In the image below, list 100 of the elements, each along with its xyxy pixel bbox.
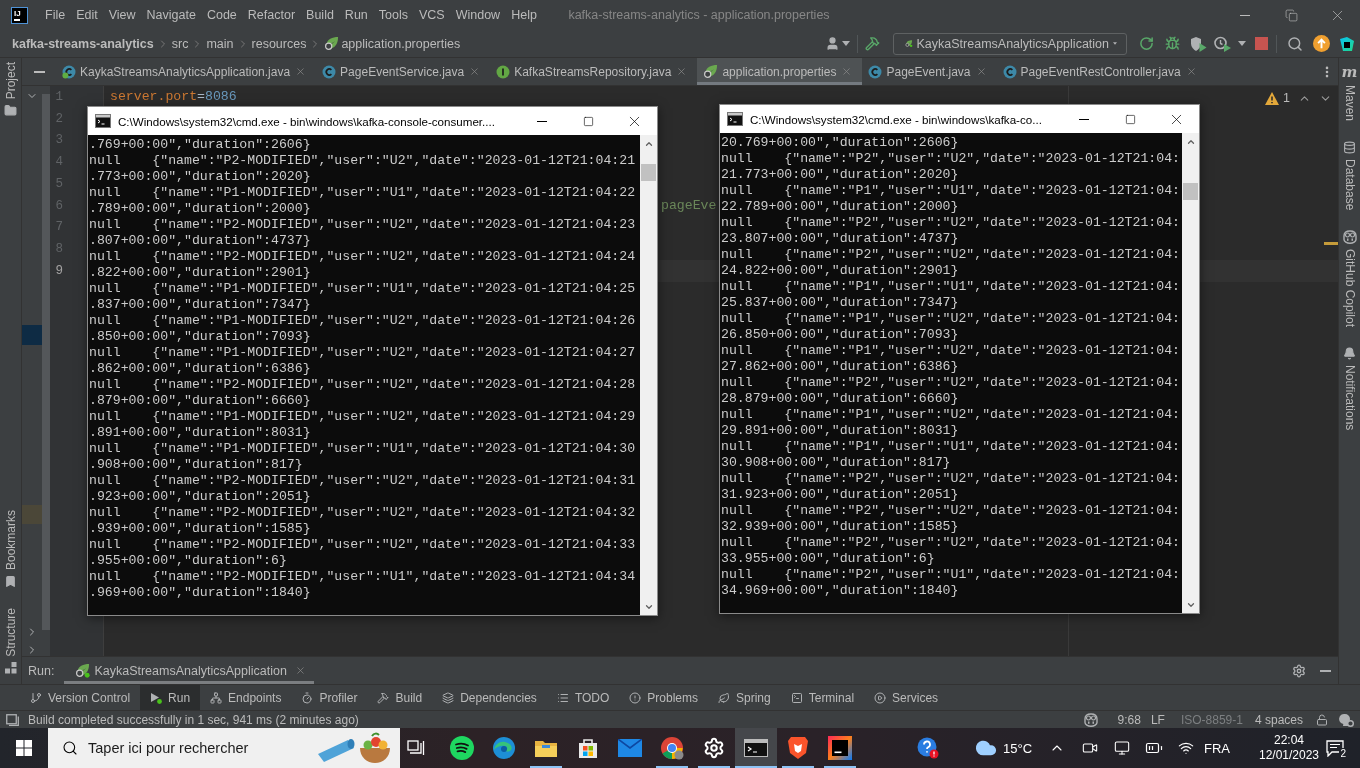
taskbar-app-button[interactable] bbox=[735, 728, 777, 768]
hammer-icon[interactable] bbox=[864, 36, 880, 51]
user-icon[interactable] bbox=[824, 36, 840, 51]
menu-item[interactable]: File bbox=[39, 0, 71, 30]
code-fragment: pageEve bbox=[661, 198, 717, 214]
scrollbar[interactable] bbox=[1182, 133, 1199, 613]
tool-window-button[interactable]: GitHub Copilot bbox=[1341, 230, 1358, 328]
tool-window-button[interactable]: Database bbox=[1342, 141, 1357, 211]
editor-tab[interactable]: application.properties bbox=[697, 58, 863, 85]
tool-window-tab[interactable]: Profiler bbox=[291, 685, 368, 710]
hide-icon[interactable] bbox=[1319, 669, 1331, 672]
tool-window-tab[interactable]: TODO bbox=[546, 685, 620, 710]
menu-item[interactable]: Run bbox=[339, 0, 374, 30]
maximize-icon bbox=[582, 115, 594, 127]
tool-window-tab[interactable]: Services bbox=[864, 685, 949, 710]
console-line: 33.955+00:00","duration":6} bbox=[721, 551, 935, 567]
search-field[interactable]: Taper ici pour rechercher bbox=[88, 740, 260, 756]
debug-icon[interactable] bbox=[1164, 36, 1180, 51]
language-button[interactable]: FRA bbox=[1202, 728, 1232, 768]
console-line: 27.862+00:00","duration":6386} bbox=[721, 359, 959, 375]
toolbox-icon[interactable] bbox=[1339, 35, 1355, 52]
console-line: .769+00:00","duration":2606} bbox=[89, 137, 311, 153]
scrollbar-thumb[interactable] bbox=[42, 94, 50, 630]
user-gear-icon[interactable] bbox=[1339, 712, 1354, 727]
console-line: null {"name":"P1","user":"U2","date":"2023-01-12T21:04: bbox=[721, 311, 1180, 327]
menu-item[interactable]: Refactor bbox=[242, 0, 301, 30]
console-line: .939+00:00","duration":1585} bbox=[89, 521, 311, 537]
console-line: 30.908+00:00","duration":817} bbox=[721, 455, 951, 471]
warning-icon bbox=[1265, 91, 1280, 105]
update-icon[interactable] bbox=[1312, 35, 1330, 52]
menu-item[interactable]: Build bbox=[300, 0, 340, 30]
breadcrumb[interactable]: src bbox=[171, 36, 189, 51]
scrollbar[interactable] bbox=[640, 135, 657, 615]
tool-window-tab[interactable]: Build bbox=[367, 685, 433, 710]
weather-button[interactable]: 15°C bbox=[967, 728, 1040, 768]
line-separator[interactable]: LF bbox=[1145, 712, 1170, 727]
mail-icon bbox=[618, 739, 642, 757]
menu-item[interactable]: Navigate bbox=[141, 0, 202, 30]
stop-icon[interactable] bbox=[1254, 37, 1268, 50]
hide-icon[interactable] bbox=[33, 70, 45, 73]
maximize-icon bbox=[1124, 113, 1136, 125]
scrollbar-thumb[interactable] bbox=[1183, 183, 1198, 200]
tool-window-button[interactable]: Structure bbox=[3, 608, 18, 674]
tool-window-button[interactable]: Project bbox=[3, 62, 18, 118]
editor-tab[interactable]: PageEventService.java bbox=[316, 58, 491, 85]
inspection-widget[interactable]: 1 bbox=[1265, 91, 1290, 105]
tool-window-tab[interactable]: Version Control bbox=[20, 685, 141, 710]
menu-item[interactable]: VCS bbox=[413, 0, 451, 30]
breadcrumb[interactable]: application.properties bbox=[324, 36, 461, 51]
tool-window-tab[interactable]: Problems bbox=[619, 685, 708, 710]
tool-window-tab[interactable]: Spring bbox=[708, 685, 781, 710]
menu-item[interactable]: View bbox=[103, 0, 142, 30]
window-icon[interactable] bbox=[6, 713, 19, 726]
rerun-icon[interactable] bbox=[1138, 36, 1154, 51]
console-line: .850+00:00","duration":7093} bbox=[89, 329, 311, 345]
tool-window-tab[interactable]: Endpoints bbox=[200, 685, 292, 710]
editor-tab[interactable]: PageEvent.java bbox=[862, 58, 997, 85]
browser-icon bbox=[492, 736, 516, 760]
scrollbar-thumb[interactable] bbox=[641, 164, 656, 181]
console-line: null {"name":"P2","user":"U2","date":"2023-01-12T21:04: bbox=[721, 215, 1180, 231]
search-icon[interactable] bbox=[1286, 35, 1303, 52]
breadcrumb[interactable]: kafka-streams-analytics bbox=[12, 36, 154, 51]
menu-item[interactable]: Code bbox=[201, 0, 243, 30]
console-line: .955+00:00","duration":6} bbox=[89, 553, 287, 569]
breadcrumb[interactable]: main bbox=[206, 36, 234, 51]
menu-item[interactable]: Tools bbox=[373, 0, 414, 30]
database-icon bbox=[1343, 141, 1356, 155]
action-center-button[interactable]: 2 bbox=[1320, 728, 1350, 768]
breadcrumb[interactable]: resources bbox=[251, 36, 307, 51]
unlock-icon[interactable] bbox=[1316, 713, 1328, 726]
editor-tab[interactable]: KaykaStreamsAnalyticsApplication.java bbox=[56, 58, 317, 85]
tool-window-button[interactable]: Bookmarks bbox=[3, 510, 18, 589]
shield-play-icon[interactable] bbox=[1189, 35, 1207, 52]
tool-window-tab[interactable]: Terminal bbox=[780, 685, 865, 710]
tool-window-tab[interactable]: Run bbox=[140, 685, 201, 710]
taskbar-clock[interactable]: 22:04 12/01/2023 bbox=[1258, 728, 1320, 768]
help-icon bbox=[917, 737, 939, 759]
run-configuration-dropdown[interactable]: KaykaStreamsAnalyticsApplication bbox=[893, 32, 1127, 55]
monitor-icon bbox=[1114, 740, 1130, 756]
settings-icon[interactable] bbox=[1292, 663, 1306, 678]
editor-tab[interactable]: KafkaStreamsRepository.java bbox=[490, 58, 698, 85]
editor-tab[interactable]: PageEventRestController.java bbox=[996, 58, 1207, 85]
console-line: null {"name":"P1-MODIFIED","user":"U2","date":"2023-01-12T21:04:27 bbox=[89, 345, 636, 361]
folder-icon bbox=[4, 104, 17, 118]
bookmark-icon bbox=[4, 575, 17, 589]
console-line: null {"name":"P2-MODIFIED","user":"U2","date":"2023-01-12T21:04:32 bbox=[89, 505, 636, 521]
tool-window-tab[interactable]: Dependencies bbox=[432, 685, 547, 710]
tool-window-button[interactable]: Notifications bbox=[1342, 347, 1357, 431]
menu-item[interactable]: Edit bbox=[70, 0, 104, 30]
console-line: null {"name":"P1-MODIFIED","user":"U1","date":"2023-01-12T21:04:30 bbox=[89, 441, 636, 457]
clock-play-icon[interactable] bbox=[1213, 35, 1231, 52]
console-line: null {"name":"P2-MODIFIED","user":"U2","date":"2023-01-12T21:04:31 bbox=[89, 473, 636, 489]
class-icon bbox=[322, 64, 337, 79]
music-app-icon bbox=[450, 736, 474, 760]
caret-position[interactable]: 9:68 bbox=[1112, 712, 1146, 727]
indent-setting[interactable]: 4 spaces bbox=[1249, 712, 1308, 727]
run-tab[interactable]: KaykaStreamsAnalyticsApplication bbox=[64, 657, 314, 684]
menu-item[interactable]: Window bbox=[450, 0, 506, 30]
console-line: null {"name":"P1-MODIFIED","user":"U1","date":"2023-01-12T21:04:22 bbox=[89, 185, 636, 201]
menu-item[interactable]: Help bbox=[505, 0, 543, 30]
